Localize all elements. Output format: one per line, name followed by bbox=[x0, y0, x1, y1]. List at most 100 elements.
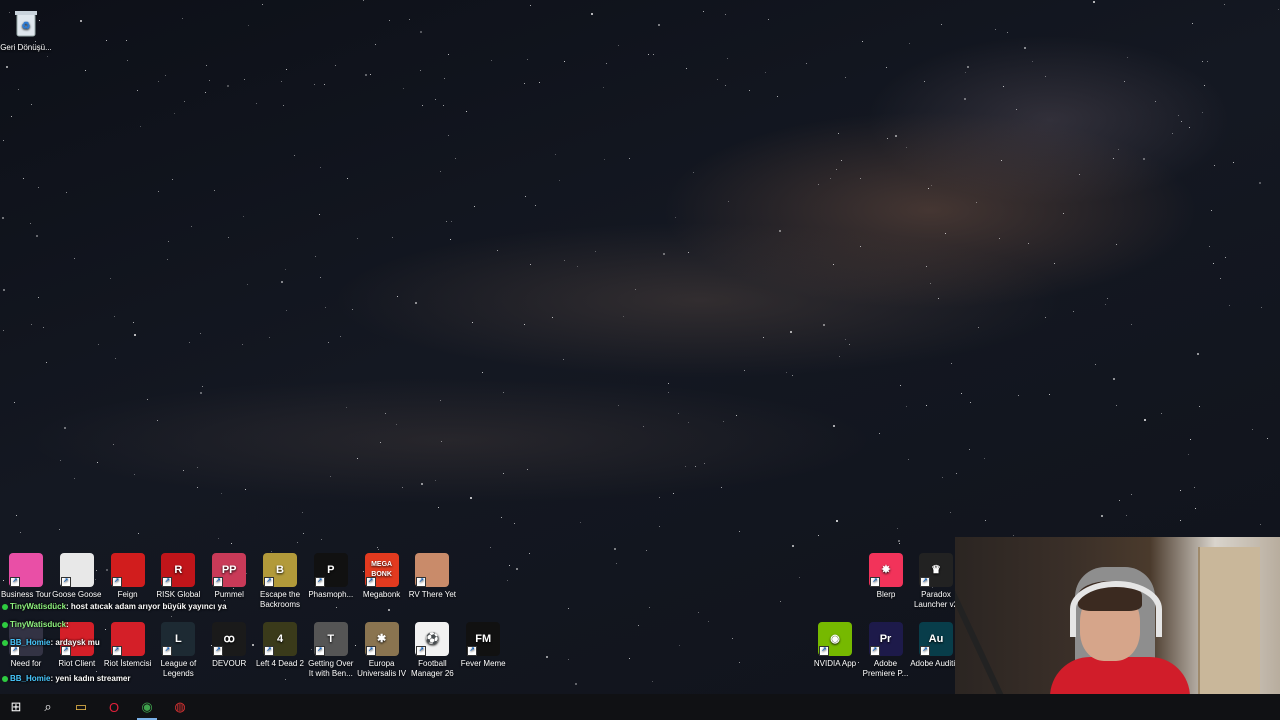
shortcut-arrow-icon: ↗ bbox=[365, 577, 376, 587]
football-manager-icon: ⚽ ↗ bbox=[415, 622, 450, 656]
search-button[interactable]: ⌕ bbox=[32, 694, 64, 720]
icon-glyph: Au bbox=[928, 633, 944, 645]
europa-universalis-icon: ✱ ↗ bbox=[364, 622, 399, 656]
chat-badge-icon bbox=[2, 621, 8, 628]
chat-message: : yeni kadın streamer bbox=[50, 674, 131, 683]
chat-message: : host atıcak adam arıyor büyük yayıncı … bbox=[66, 602, 227, 611]
goose-goose-shortcut[interactable]: ↗ Goose Goose bbox=[51, 553, 103, 600]
shortcut-label: Riot İstemcisi bbox=[103, 659, 152, 668]
svg-text:♻: ♻ bbox=[22, 21, 31, 32]
icon-glyph: 4 bbox=[276, 633, 284, 645]
blerp-shortcut[interactable]: ✸ ↗ Blerp bbox=[860, 553, 912, 600]
getting-over-it-icon: T ↗ bbox=[313, 622, 348, 656]
shortcut-label: NVIDIA App bbox=[813, 659, 857, 668]
premiere-pro-icon: Pr ↗ bbox=[868, 622, 903, 656]
shortcut-label: RISK Global bbox=[156, 590, 201, 599]
chat-badge-icon bbox=[2, 639, 8, 646]
shortcut-arrow-icon: ↗ bbox=[920, 646, 930, 656]
icon-glyph: ⚽ bbox=[425, 633, 440, 645]
shortcut-label: Riot Client bbox=[58, 659, 96, 668]
file-explorer-button[interactable]: ▭ bbox=[65, 694, 97, 720]
obs-button[interactable]: ◍ bbox=[164, 694, 196, 720]
left4dead2-icon: 4 ↗ bbox=[263, 622, 297, 656]
icon-glyph: T bbox=[327, 633, 335, 645]
obs-icon: ◍ bbox=[174, 699, 186, 714]
nvidia-app-shortcut[interactable]: ◉ ↗ NVIDIA App bbox=[809, 622, 861, 669]
webcam-overlay bbox=[955, 537, 1280, 720]
shortcut-arrow-icon: ↗ bbox=[264, 577, 274, 587]
shortcut-label: Football Manager 26 bbox=[411, 659, 454, 678]
feign-shortcut[interactable]: ↗ Feign bbox=[102, 553, 154, 600]
opera-gx-button[interactable]: O bbox=[98, 694, 130, 720]
football-manager-shortcut[interactable]: ⚽ ↗ Football Manager 26 bbox=[406, 622, 458, 679]
shortcut-arrow-icon: ↗ bbox=[60, 577, 71, 587]
shortcut-label: Europa Universalis IV bbox=[357, 659, 407, 678]
risk-global-shortcut[interactable]: R ↗ RISK Global bbox=[152, 553, 204, 600]
fever-meme-shortcut[interactable]: FM ↗ Fever Meme bbox=[457, 622, 509, 669]
shortcut-label: Adobe Premiere P... bbox=[862, 659, 909, 678]
chat-badge-icon bbox=[2, 603, 8, 610]
icon-glyph: FM bbox=[475, 633, 492, 645]
chat-badge-icon bbox=[2, 675, 8, 682]
shortcut-label: Pummel bbox=[214, 590, 244, 599]
start-button[interactable]: ⊞ bbox=[0, 694, 32, 720]
shortcut-arrow-icon: ↗ bbox=[869, 646, 880, 656]
pummel-party-shortcut[interactable]: PP ↗ Pummel bbox=[203, 553, 255, 600]
shortcut-label: Goose Goose bbox=[52, 590, 102, 599]
shortcut-arrow-icon: ↗ bbox=[314, 577, 325, 587]
league-of-legends-shortcut[interactable]: L ↗ League of Legends bbox=[152, 622, 204, 679]
europa-universalis-shortcut[interactable]: ✱ ↗ Europa Universalis IV bbox=[356, 622, 408, 679]
shortcut-arrow-icon: ↗ bbox=[162, 646, 173, 656]
shortcut-arrow-icon: ↗ bbox=[60, 646, 71, 656]
chat-message: : bbox=[66, 620, 69, 629]
shortcut-arrow-icon: ↗ bbox=[264, 646, 274, 656]
shortcut-label: DEVOUR bbox=[212, 659, 247, 668]
chrome-icon: ◉ bbox=[141, 699, 153, 714]
getting-over-it-shortcut[interactable]: T ↗ Getting Over It with Ben... bbox=[305, 622, 357, 679]
goose-goose-icon: ↗ bbox=[59, 553, 94, 587]
shortcut-arrow-icon: ↗ bbox=[920, 577, 930, 587]
recycle-bin[interactable]: ♻ Geri Dönüşü... bbox=[0, 6, 52, 53]
rv-there-yet-shortcut[interactable]: ↗ RV There Yet bbox=[406, 553, 458, 600]
chat-line: BB_Homie: yeni kadın streamer bbox=[2, 674, 262, 683]
business-tour-shortcut[interactable]: ↗ Business Tour bbox=[0, 553, 52, 600]
shortcut-label: RV There Yet bbox=[408, 590, 457, 599]
shortcut-arrow-icon: ↗ bbox=[416, 646, 427, 656]
webcam-mic-arm bbox=[955, 582, 1011, 712]
shortcut-arrow-icon: ↗ bbox=[213, 646, 224, 656]
premiere-pro-shortcut[interactable]: Pr ↗ Adobe Premiere P... bbox=[860, 622, 912, 679]
chrome-button[interactable]: ◉ bbox=[131, 694, 163, 720]
paradox-launcher-icon: ♛ ↗ bbox=[919, 553, 953, 587]
opera-gx-icon: O bbox=[108, 699, 120, 715]
shortcut-arrow-icon: ↗ bbox=[819, 646, 829, 656]
shortcut-arrow-icon: ↗ bbox=[365, 646, 376, 656]
shortcut-label: Phasmoph... bbox=[308, 590, 354, 599]
shortcut-arrow-icon: ↗ bbox=[111, 577, 122, 587]
shortcut-label: Feign bbox=[117, 590, 138, 599]
chat-username: BB_Homie bbox=[10, 674, 51, 683]
icon-glyph: ◉ bbox=[830, 633, 840, 645]
blerp-icon: ✸ ↗ bbox=[869, 553, 903, 587]
shortcut-arrow-icon: ↗ bbox=[111, 646, 122, 656]
recycle-bin-icon: ♻ bbox=[9, 6, 43, 40]
shortcut-arrow-icon: ↗ bbox=[467, 646, 478, 656]
chat-line: BB_Homie: ardaysk mu bbox=[2, 638, 262, 647]
shortcut-arrow-icon: ↗ bbox=[10, 646, 20, 656]
shortcut-arrow-icon: ↗ bbox=[213, 577, 224, 587]
shortcut-label: Getting Over It with Ben... bbox=[308, 659, 354, 678]
shortcut-label: Left 4 Dead 2 bbox=[255, 659, 305, 668]
icon-glyph: ♛ bbox=[931, 564, 941, 576]
icon-glyph: B bbox=[276, 564, 284, 576]
shortcut-label: Blerp bbox=[876, 590, 896, 599]
escape-backrooms-icon: B ↗ bbox=[263, 553, 297, 587]
search-icon: ⌕ bbox=[44, 699, 52, 714]
shortcut-arrow-icon: ↗ bbox=[870, 577, 880, 587]
megabonk-shortcut[interactable]: MEGA BONK ↗ Megabonk bbox=[356, 553, 408, 600]
chat-username: BB_Homie bbox=[10, 638, 51, 647]
shortcut-arrow-icon: ↗ bbox=[416, 577, 427, 587]
chat-username: TinyWatisduck bbox=[10, 620, 67, 629]
icon-glyph: ✸ bbox=[881, 564, 891, 576]
icon-glyph: Pr bbox=[879, 633, 892, 645]
shortcut-arrow-icon: ↗ bbox=[10, 577, 20, 587]
phasmophobia-shortcut[interactable]: P ↗ Phasmoph... bbox=[305, 553, 357, 600]
